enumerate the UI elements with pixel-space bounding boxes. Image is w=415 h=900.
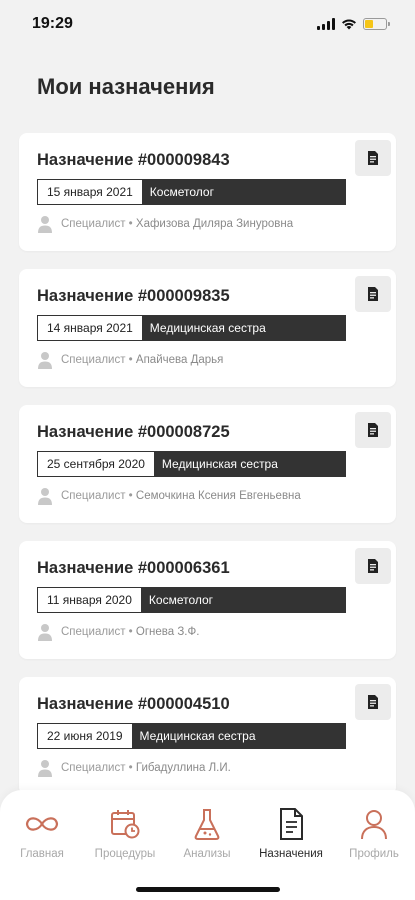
home-indicator [136,887,280,892]
person-icon [361,810,387,840]
infinity-icon [25,817,59,831]
appointment-card[interactable]: Назначение #000009835 14 января 2021 Мед… [19,269,396,387]
appointment-role: Медицинская сестра [149,321,266,335]
person-icon [38,488,52,505]
battery-icon [363,18,390,30]
appointment-date: 11 января 2020 [38,588,141,612]
document-icon [368,559,378,573]
appointment-tags: 25 сентября 2020 Медицинская сестра [37,451,346,477]
appointment-card[interactable]: Назначение #000009843 15 января 2021 Кос… [19,133,396,251]
document-button[interactable] [355,412,391,448]
document-button[interactable] [355,684,391,720]
tab-label: Профиль [349,848,399,860]
appointment-card[interactable]: Назначение #000006361 11 января 2020 Кос… [19,541,396,659]
specialist-prefix: Специалист • [61,490,136,502]
person-icon [38,624,52,641]
specialist-name: Хафизова Диляра Зинуровна [135,218,294,230]
specialist-text: Специалист • Семочкина Ксения Евгеньевна [61,490,301,502]
status-bar: 19:29 [0,0,415,48]
appointment-tags: 14 января 2021 Медицинская сестра [37,315,346,341]
document-icon [280,808,303,840]
appointment-tags: 11 января 2020 Косметолог [37,587,346,613]
specialist-name: Семочкина Ксения Евгеньевна [135,490,301,502]
specialist-text: Специалист • Хафизова Диляра Зинуровна [61,218,293,230]
document-icon [368,423,378,437]
document-icon [368,287,378,301]
tab-analyses[interactable]: Анализы [167,806,247,860]
appointments-list: Назначение #000009843 15 января 2021 Кос… [19,133,396,813]
specialist-row: Специалист • Гибадуллина Л.И. [37,759,378,777]
tab-label: Главная [20,848,64,860]
person-icon [38,352,52,369]
appointment-role: Косметолог [148,593,214,607]
status-time: 19:29 [32,15,73,32]
tab-procedures[interactable]: Процедуры [85,806,165,860]
document-icon [368,151,378,165]
specialist-prefix: Специалист • [61,218,136,230]
tab-profile[interactable]: Профиль [334,806,414,860]
appointment-title: Назначение #000009835 [37,287,230,305]
specialist-text: Специалист • Апайчева Дарья [61,354,223,366]
calendar-clock-icon [111,810,140,839]
appointment-date: 25 сентября 2020 [38,452,154,476]
appointment-tags: 15 января 2021 Косметолог [37,179,346,205]
specialist-name: Апайчева Дарья [135,354,224,366]
flask-icon [194,809,220,840]
appointment-role: Медицинская сестра [161,457,278,471]
specialist-row: Специалист • Огнева З.Ф. [37,623,378,641]
tab-label: Анализы [183,848,231,860]
appointment-card[interactable]: Назначение #000008725 25 сентября 2020 М… [19,405,396,523]
specialist-text: Специалист • Гибадуллина Л.И. [61,762,231,774]
specialist-row: Специалист • Семочкина Ксения Евгеньевна [37,487,378,505]
document-button[interactable] [355,548,391,584]
appointment-title: Назначение #000006361 [37,559,230,577]
tab-label: Назначения [259,848,323,860]
appointment-card[interactable]: Назначение #000004510 22 июня 2019 Медиц… [19,677,396,795]
appointment-role: Медицинская сестра [139,729,256,743]
specialist-prefix: Специалист • [61,762,136,774]
cellular-signal-icon [317,18,335,30]
person-icon [38,216,52,233]
specialist-row: Специалист • Хафизова Диляра Зинуровна [37,215,378,233]
specialist-name: Огнева З.Ф. [135,626,200,638]
appointment-date: 22 июня 2019 [38,724,132,748]
appointment-title: Назначение #000008725 [37,423,230,441]
tab-appointments[interactable]: Назначения [251,806,331,860]
person-icon [38,760,52,777]
tab-label: Процедуры [94,848,156,860]
appointment-title: Назначение #000009843 [37,151,230,169]
appointment-date: 14 января 2021 [38,316,142,340]
specialist-row: Специалист • Апайчева Дарья [37,351,378,369]
page-title: Мои назначения [37,74,215,99]
bottom-tab-bar: Главная Процедуры Анализы Назначения Про… [0,790,415,900]
appointment-tags: 22 июня 2019 Медицинская сестра [37,723,346,749]
appointment-date: 15 января 2021 [38,180,142,204]
document-button[interactable] [355,140,391,176]
appointment-role: Косметолог [149,185,214,199]
document-button[interactable] [355,276,391,312]
wifi-icon [342,19,356,30]
document-icon [368,695,378,709]
status-icons [317,18,390,30]
tab-home[interactable]: Главная [2,806,82,860]
specialist-prefix: Специалист • [61,626,136,638]
specialist-text: Специалист • Огнева З.Ф. [61,626,199,638]
specialist-prefix: Специалист • [61,354,136,366]
appointment-title: Назначение #000004510 [37,695,230,713]
specialist-name: Гибадуллина Л.И. [135,762,231,774]
